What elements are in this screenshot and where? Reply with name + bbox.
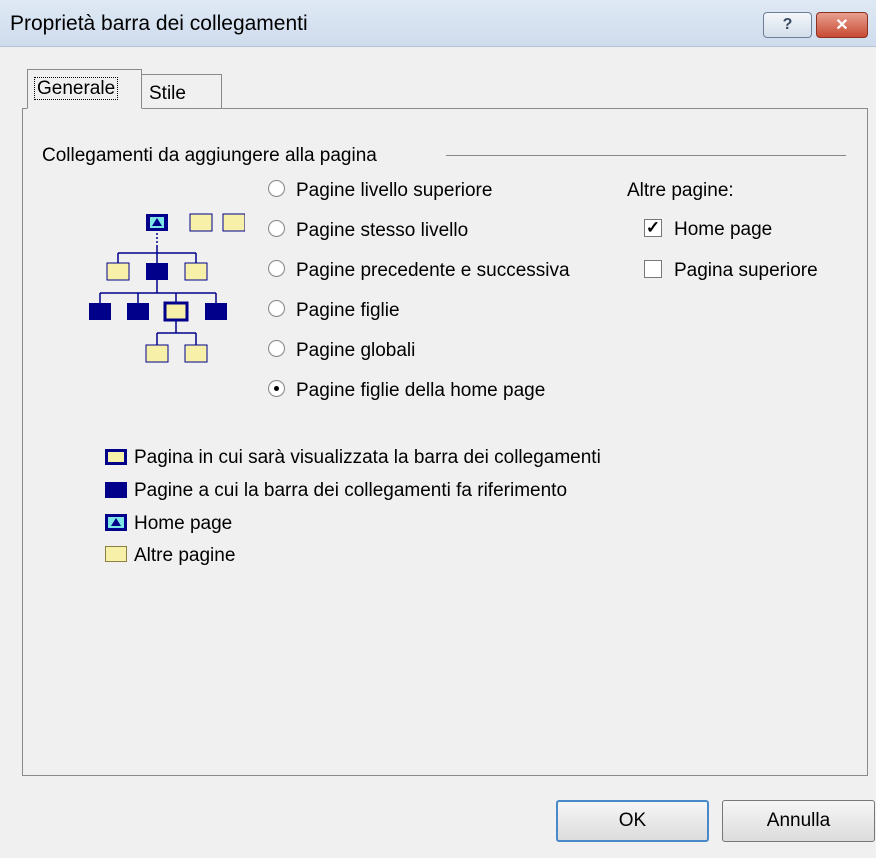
radio-home-child-pages-label: Pagine figlie della home page [296,380,546,401]
linked-page-icon [105,482,127,498]
legend-linked-page-label: Pagine a cui la barra dei collegamenti f… [134,480,568,501]
tab-stile-label: Stile [149,83,186,104]
radio-prev-next[interactable] [268,260,285,277]
title-bar[interactable]: Proprietà barra dei collegamenti ? ✕ [0,0,876,47]
help-icon: ? [782,16,793,33]
close-icon: ✕ [835,17,849,34]
radio-same-level-label: Pagine stesso livello [296,220,469,241]
close-button[interactable]: ✕ [816,12,868,38]
checkbox-home-page[interactable]: ✓ [644,219,662,237]
radio-same-level[interactable] [268,220,285,237]
radio-child-pages[interactable] [268,300,285,317]
site-structure-diagram [89,213,245,363]
radio-top-level[interactable] [268,180,285,197]
group-divider [446,155,846,156]
other-pages-title: Altre pagine: [627,180,734,201]
dialog-title: Proprietà barra dei collegamenti [10,12,308,35]
help-button[interactable]: ? [763,12,812,38]
radio-home-child-pages[interactable] [268,380,285,397]
radio-global-pages[interactable] [268,340,285,357]
home-page-icon [105,514,127,531]
group-title: Collegamenti da aggiungere alla pagina [42,145,377,166]
radio-prev-next-label: Pagine precedente e successiva [296,260,570,281]
radio-top-level-label: Pagine livello superiore [296,180,493,201]
ok-button[interactable]: OK [556,800,709,842]
check-icon: ✓ [645,218,661,237]
legend-current-page-label: Pagina in cui sarà visualizzata la barra… [134,447,601,468]
other-page-icon [105,546,127,562]
legend-other-page-label: Altre pagine [134,545,236,566]
tab-stile[interactable]: Stile [141,74,222,110]
diagram-home-node [146,214,168,231]
dialog-window: Proprietà barra dei collegamenti ? ✕ Gen… [0,0,876,858]
tab-generale-label: Generale [33,77,119,100]
tab-generale[interactable]: Generale [27,69,142,109]
checkbox-parent-page[interactable] [644,260,662,278]
current-page-icon [105,449,127,465]
radio-child-pages-label: Pagine figlie [296,300,400,321]
radio-global-pages-label: Pagine globali [296,340,416,361]
legend-home-page-label: Home page [134,513,233,534]
checkbox-parent-page-label: Pagina superiore [674,260,818,281]
cancel-button[interactable]: Annulla [722,800,875,842]
checkbox-home-page-label: Home page [674,219,773,240]
